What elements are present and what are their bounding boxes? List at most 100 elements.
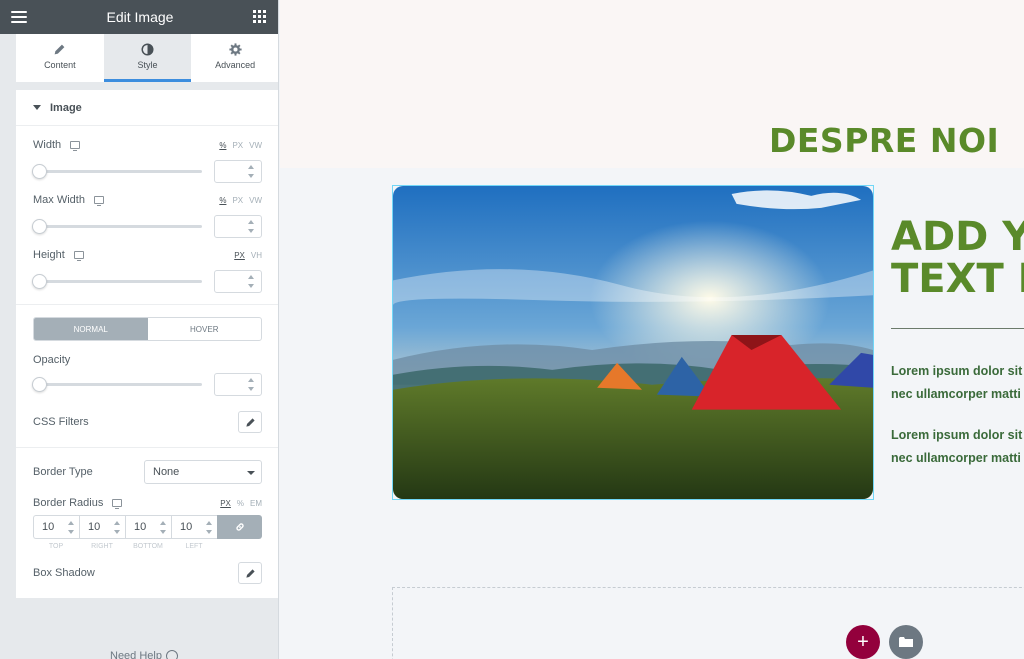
gear-icon xyxy=(229,43,242,56)
unit-px[interactable]: PX xyxy=(220,499,231,508)
link-icon xyxy=(235,523,244,531)
paragraph-2-line-1: Lorem ipsum dolor sit xyxy=(891,428,1023,442)
tab-content-label: Content xyxy=(44,60,76,70)
width-control: Width % PX VW xyxy=(32,126,262,183)
add-template-button[interactable] xyxy=(889,625,923,659)
unit-px[interactable]: PX xyxy=(232,196,243,205)
tab-content[interactable]: Content xyxy=(16,34,104,82)
max-width-slider[interactable] xyxy=(32,219,202,234)
panel-tabs: Content Style Advanced xyxy=(16,34,278,82)
box-shadow-edit-button[interactable] xyxy=(238,562,262,584)
height-input[interactable] xyxy=(214,270,262,293)
unit-percent[interactable]: % xyxy=(219,196,226,205)
responsive-monitor-icon[interactable] xyxy=(112,499,123,509)
image-style-section: Image Width % PX VW Max Width % PX VW He… xyxy=(16,90,278,598)
opacity-slider-handle[interactable] xyxy=(32,377,47,392)
paragraph-2[interactable]: Lorem ipsum dolor sit nec ullamcorper ma… xyxy=(891,424,1022,470)
stepper-icon[interactable] xyxy=(247,378,256,391)
width-label: Width xyxy=(33,139,62,151)
plus-icon: + xyxy=(857,630,869,653)
link-values-button[interactable] xyxy=(217,515,262,539)
css-filters-edit-button[interactable] xyxy=(238,411,262,433)
stepper-icon[interactable] xyxy=(205,521,214,534)
border-radius-dimensions: 10 10 10 10 xyxy=(33,515,262,539)
css-filters-control: CSS Filters xyxy=(33,396,262,447)
border-radius-units: PX % EM xyxy=(220,499,262,508)
unit-percent[interactable]: % xyxy=(237,499,244,508)
dimension-labels: TOP RIGHT BOTTOM LEFT xyxy=(33,543,262,550)
unit-vw[interactable]: VW xyxy=(249,141,262,150)
paragraph-1-line-2: nec ullamcorper matti xyxy=(891,387,1021,401)
stepper-icon[interactable] xyxy=(159,521,168,534)
state-tabs: NORMAL HOVER xyxy=(33,317,262,341)
pencil-icon xyxy=(54,44,65,55)
section-heading[interactable]: DESPRE NOI xyxy=(769,121,999,160)
tab-hover[interactable]: HOVER xyxy=(148,318,262,340)
max-width-label: Max Width xyxy=(33,194,85,206)
stepper-icon[interactable] xyxy=(113,521,122,534)
border-radius-label: Border Radius xyxy=(33,497,104,509)
responsive-monitor-icon[interactable] xyxy=(93,196,104,206)
unit-px[interactable]: PX xyxy=(234,251,245,260)
headline-line-1: ADD Y xyxy=(891,214,1024,260)
opacity-slider[interactable] xyxy=(32,377,202,392)
tab-advanced[interactable]: Advanced xyxy=(191,34,278,82)
headline-line-2: TEXT I xyxy=(891,256,1024,302)
camping-tents-photo xyxy=(393,186,873,499)
unit-percent[interactable]: % xyxy=(219,141,226,150)
opacity-input[interactable] xyxy=(214,373,262,396)
border-type-select[interactable]: None xyxy=(144,460,262,484)
empty-section-dropzone[interactable] xyxy=(392,587,1024,659)
height-slider-handle[interactable] xyxy=(32,274,47,289)
height-slider[interactable] xyxy=(32,274,202,289)
max-width-input[interactable] xyxy=(214,215,262,238)
unit-vh[interactable]: VH xyxy=(251,251,262,260)
stepper-icon[interactable] xyxy=(247,275,256,288)
need-help-label: Need Help xyxy=(110,650,162,659)
panel-header: Edit Image xyxy=(0,0,278,34)
folder-icon xyxy=(899,637,913,647)
unit-vw[interactable]: VW xyxy=(249,196,262,205)
contrast-icon xyxy=(141,43,154,56)
widgets-grid-icon[interactable] xyxy=(253,10,267,24)
radius-bottom-input[interactable]: 10 xyxy=(125,515,171,539)
paragraph-2-line-2: nec ullamcorper matti xyxy=(891,451,1021,465)
tab-advanced-label: Advanced xyxy=(215,60,256,70)
opacity-label: Opacity xyxy=(33,354,71,366)
max-width-units: % PX VW xyxy=(219,196,262,205)
unit-px[interactable]: PX xyxy=(232,141,243,150)
stepper-icon[interactable] xyxy=(247,165,256,178)
section-toggle-image[interactable]: Image xyxy=(16,90,278,126)
stepper-icon[interactable] xyxy=(247,220,256,233)
opacity-control: Opacity xyxy=(32,341,262,396)
label-left: LEFT xyxy=(185,543,203,550)
label-right: RIGHT xyxy=(91,543,113,550)
headline-text[interactable]: ADD Y TEXT I xyxy=(891,216,1024,300)
add-section-button[interactable]: + xyxy=(846,625,880,659)
paragraph-1[interactable]: Lorem ipsum dolor sit nec ullamcorper ma… xyxy=(891,360,1022,406)
stepper-icon[interactable] xyxy=(67,521,76,534)
help-icon xyxy=(165,650,178,659)
paragraph-1-line-1: Lorem ipsum dolor sit xyxy=(891,364,1023,378)
responsive-monitor-icon[interactable] xyxy=(70,141,81,151)
selected-image-widget[interactable] xyxy=(392,185,874,500)
menu-icon[interactable] xyxy=(11,11,27,23)
responsive-monitor-icon[interactable] xyxy=(73,251,84,261)
tab-normal[interactable]: NORMAL xyxy=(34,318,148,340)
width-input[interactable] xyxy=(214,160,262,183)
border-radius-control: Border Radius PX % EM 10 10 10 10 TOP RI… xyxy=(33,484,262,550)
label-top: TOP xyxy=(48,543,64,550)
tab-style[interactable]: Style xyxy=(103,34,192,82)
panel-title: Edit Image xyxy=(106,9,174,25)
unit-em[interactable]: EM xyxy=(250,499,262,508)
radius-right-input[interactable]: 10 xyxy=(79,515,125,539)
height-label: Height xyxy=(33,249,65,261)
height-control: Height PX VH xyxy=(32,238,262,304)
radius-top-input[interactable]: 10 xyxy=(33,515,79,539)
need-help-link[interactable]: Need Help xyxy=(110,650,178,659)
border-type-control: Border Type None xyxy=(33,448,262,484)
max-width-slider-handle[interactable] xyxy=(32,219,47,234)
width-slider-handle[interactable] xyxy=(32,164,47,179)
radius-left-input[interactable]: 10 xyxy=(171,515,217,539)
width-slider[interactable] xyxy=(32,164,202,179)
